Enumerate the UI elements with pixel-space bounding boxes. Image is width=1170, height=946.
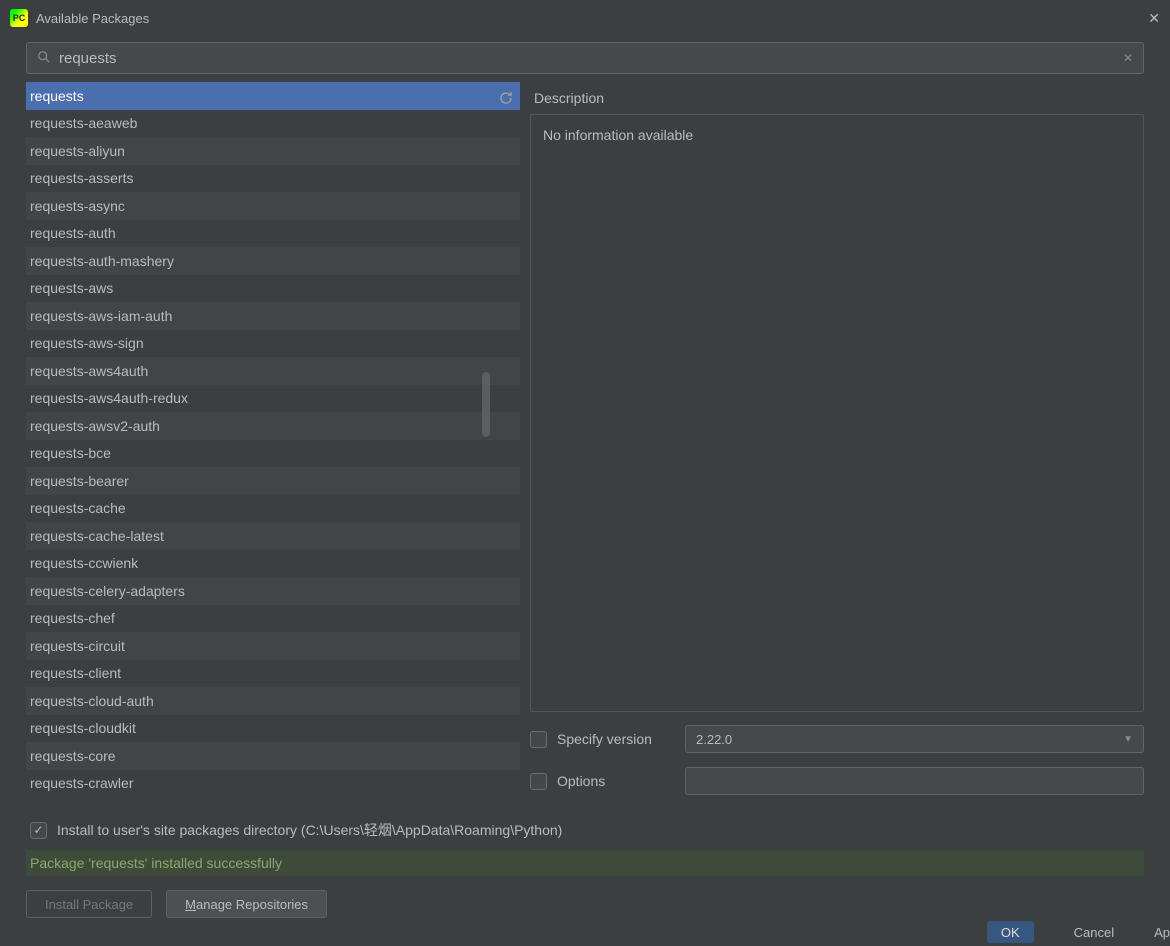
refresh-icon[interactable] xyxy=(492,84,520,112)
package-item[interactable]: requests-aws-iam-auth xyxy=(26,302,520,330)
package-item[interactable]: requests-aws xyxy=(26,275,520,303)
package-item[interactable]: requests-aws4auth xyxy=(26,357,520,385)
options-checkbox[interactable] xyxy=(530,773,547,790)
package-item[interactable]: requests-client xyxy=(26,660,520,688)
install-package-button[interactable]: Install Package xyxy=(26,890,152,918)
package-item[interactable]: requests-circuit xyxy=(26,632,520,660)
scrollbar-thumb[interactable] xyxy=(482,372,490,437)
package-item[interactable]: requests-celery-adapters xyxy=(26,577,520,605)
package-item[interactable]: requests-aliyun xyxy=(26,137,520,165)
apply-button[interactable]: Ap xyxy=(1154,925,1170,940)
window-title: Available Packages xyxy=(36,11,149,26)
status-text: Package 'requests' installed successfull… xyxy=(30,855,282,871)
package-item[interactable]: requests-bearer xyxy=(26,467,520,495)
package-item[interactable]: requests xyxy=(26,82,520,110)
package-item[interactable]: requests-ccwienk xyxy=(26,550,520,578)
install-package-label: Install Package xyxy=(45,897,133,912)
clear-search-icon[interactable]: ✕ xyxy=(1123,51,1133,65)
package-item[interactable]: requests-cache-latest xyxy=(26,522,520,550)
install-dir-prefix: Install to user's site packages director… xyxy=(57,822,306,838)
package-item[interactable]: requests-bce xyxy=(26,440,520,468)
manage-rest: anage Repositories xyxy=(196,897,308,912)
manage-mnemonic: M xyxy=(185,897,196,912)
package-item[interactable]: requests-auth xyxy=(26,220,520,248)
package-item[interactable]: requests-aws-sign xyxy=(26,330,520,358)
package-item[interactable]: requests-async xyxy=(26,192,520,220)
main-area: requestsrequests-aeawebrequests-aliyunre… xyxy=(0,82,1170,806)
install-dir-path: C:\Users\轻烟\AppData\Roaming\Python xyxy=(306,822,558,838)
specify-version-label: Specify version xyxy=(557,731,675,747)
titlebar: PC Available Packages ✕ xyxy=(0,0,1170,36)
titlebar-left: PC Available Packages xyxy=(10,9,149,27)
package-item[interactable]: requests-chef xyxy=(26,605,520,633)
package-item[interactable]: requests-awsv2-auth xyxy=(26,412,520,440)
chevron-down-icon: ▼ xyxy=(1123,734,1133,745)
cancel-button[interactable]: Cancel xyxy=(1074,925,1114,940)
install-dir-row: Install to user's site packages director… xyxy=(0,806,1170,846)
options-input[interactable] xyxy=(685,767,1144,795)
specify-version-checkbox[interactable] xyxy=(530,731,547,748)
package-item[interactable]: requests-cloudkit xyxy=(26,715,520,743)
package-item[interactable]: requests-core xyxy=(26,742,520,770)
details-column: Description No information available Spe… xyxy=(526,82,1170,806)
package-item[interactable]: requests-cloud-auth xyxy=(26,687,520,715)
package-item[interactable]: requests-auth-mashery xyxy=(26,247,520,275)
ok-button[interactable]: OK xyxy=(987,921,1034,943)
options-label: Options xyxy=(557,773,675,789)
package-item[interactable]: requests-cache xyxy=(26,495,520,523)
version-value: 2.22.0 xyxy=(696,732,732,747)
status-bar: Package 'requests' installed successfull… xyxy=(26,850,1144,876)
description-label: Description xyxy=(530,82,1144,114)
options-row: Options xyxy=(530,764,1144,798)
specify-version-row: Specify version 2.22.0 ▼ xyxy=(530,722,1144,756)
app-icon: PC xyxy=(10,9,28,27)
package-list-column: requestsrequests-aeawebrequests-aliyunre… xyxy=(0,82,520,806)
package-item[interactable]: requests-crawler xyxy=(26,770,520,798)
close-icon[interactable]: ✕ xyxy=(1148,10,1160,27)
description-text: No information available xyxy=(543,127,693,143)
dialog-buttons: OK Cancel Ap xyxy=(987,918,1170,946)
package-item[interactable]: requests-aws4auth-redux xyxy=(26,385,520,413)
package-item[interactable]: requests-asserts xyxy=(26,165,520,193)
search-field[interactable]: ✕ xyxy=(26,42,1144,74)
package-item[interactable]: requests-aeaweb xyxy=(26,110,520,138)
install-dir-checkbox[interactable] xyxy=(30,822,47,839)
install-dir-label: Install to user's site packages director… xyxy=(57,820,562,840)
manage-repositories-button[interactable]: Manage Repositories xyxy=(166,890,327,918)
package-list[interactable]: requestsrequests-aeawebrequests-aliyunre… xyxy=(26,82,520,806)
search-icon xyxy=(37,50,51,67)
action-buttons: Install Package Manage Repositories xyxy=(0,886,1170,918)
description-box: No information available xyxy=(530,114,1144,712)
install-dir-suffix: ) xyxy=(558,822,563,838)
version-combo[interactable]: 2.22.0 ▼ xyxy=(685,725,1144,753)
search-input[interactable] xyxy=(59,50,1115,67)
